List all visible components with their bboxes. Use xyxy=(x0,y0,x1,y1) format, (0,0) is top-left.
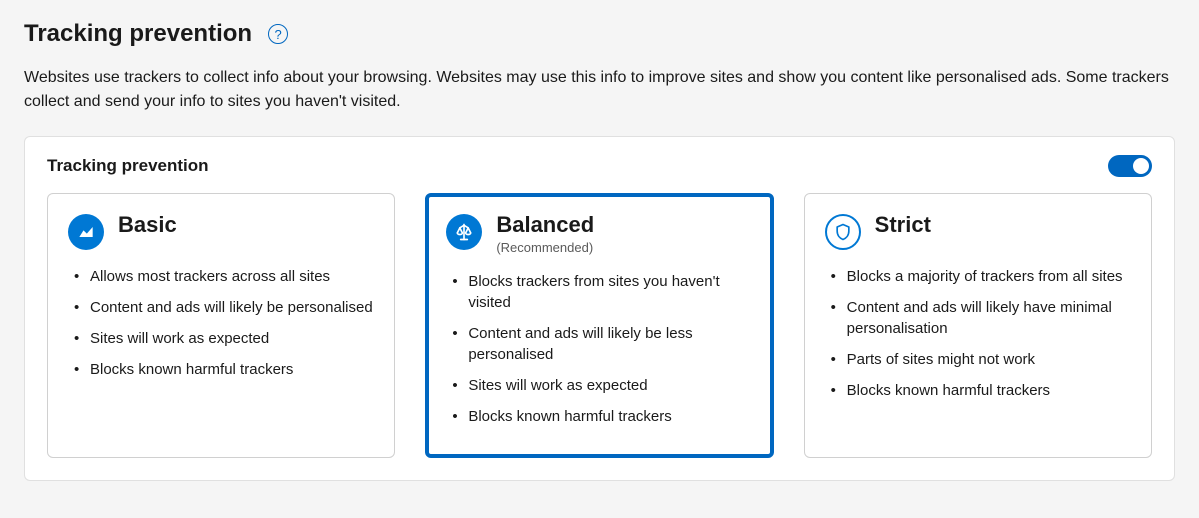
basic-icon xyxy=(68,214,104,250)
list-item: Blocks known harmful trackers xyxy=(446,406,752,427)
tracking-prevention-card: Tracking prevention Basic Allows most tr… xyxy=(24,136,1175,481)
tracking-toggle[interactable] xyxy=(1108,155,1152,177)
card-title: Tracking prevention xyxy=(47,156,209,176)
option-bullets: Blocks a majority of trackers from all s… xyxy=(825,266,1131,401)
list-item: Sites will work as expected xyxy=(446,375,752,396)
page-description: Websites use trackers to collect info ab… xyxy=(24,66,1175,114)
tracking-options: Basic Allows most trackers across all si… xyxy=(47,193,1152,458)
option-header: Strict xyxy=(825,212,1131,250)
list-item: Parts of sites might not work xyxy=(825,349,1131,370)
help-icon[interactable]: ? xyxy=(268,24,288,44)
option-title-block: Balanced (Recommended) xyxy=(496,212,594,255)
option-bullets: Blocks trackers from sites you haven't v… xyxy=(446,271,752,427)
option-title-block: Basic xyxy=(118,212,177,238)
list-item: Content and ads will likely be personali… xyxy=(68,297,374,318)
list-item: Content and ads will likely have minimal… xyxy=(825,297,1131,339)
list-item: Content and ads will likely be less pers… xyxy=(446,323,752,365)
option-title: Basic xyxy=(118,212,177,238)
list-item: Sites will work as expected xyxy=(68,328,374,349)
option-strict[interactable]: Strict Blocks a majority of trackers fro… xyxy=(804,193,1152,458)
shield-icon xyxy=(825,214,861,250)
page-header: Tracking prevention ? xyxy=(24,20,1175,48)
option-header: Basic xyxy=(68,212,374,250)
list-item: Blocks known harmful trackers xyxy=(825,380,1131,401)
option-title-block: Strict xyxy=(875,212,931,238)
option-basic[interactable]: Basic Allows most trackers across all si… xyxy=(47,193,395,458)
list-item: Blocks a majority of trackers from all s… xyxy=(825,266,1131,287)
page-title: Tracking prevention xyxy=(24,20,252,48)
option-header: Balanced (Recommended) xyxy=(446,212,752,255)
option-bullets: Allows most trackers across all sites Co… xyxy=(68,266,374,380)
option-subtitle: (Recommended) xyxy=(496,240,594,255)
list-item: Allows most trackers across all sites xyxy=(68,266,374,287)
balance-scale-icon xyxy=(446,214,482,250)
option-balanced[interactable]: Balanced (Recommended) Blocks trackers f… xyxy=(425,193,773,458)
option-title: Strict xyxy=(875,212,931,238)
list-item: Blocks trackers from sites you haven't v… xyxy=(446,271,752,313)
card-header: Tracking prevention xyxy=(47,155,1152,177)
option-title: Balanced xyxy=(496,212,594,238)
list-item: Blocks known harmful trackers xyxy=(68,359,374,380)
